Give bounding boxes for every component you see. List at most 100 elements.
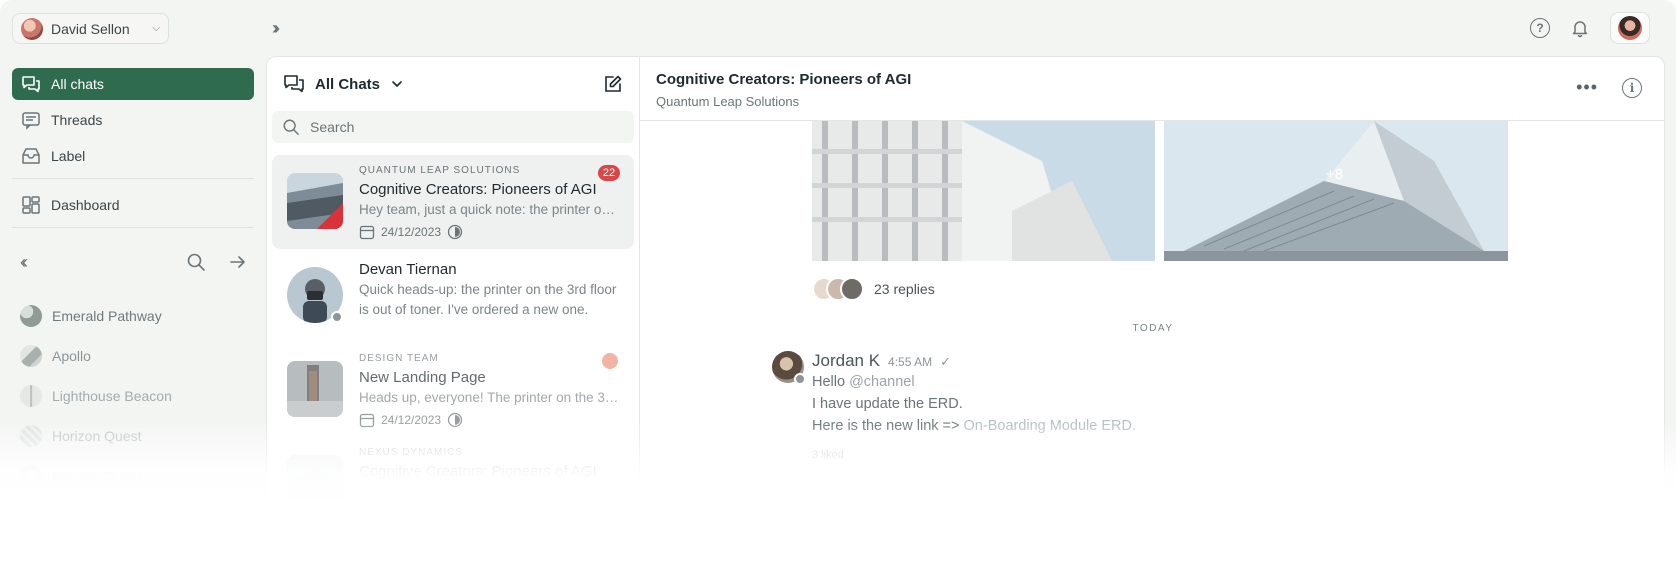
more-icon[interactable]: ••• — [1576, 77, 1598, 98]
space-item[interactable]: Horizon Quest — [20, 416, 248, 456]
attachment-image[interactable]: +8 — [1164, 121, 1508, 261]
help-icon[interactable]: ? — [1530, 18, 1550, 38]
search-bar — [272, 111, 634, 143]
divider — [12, 178, 254, 179]
space-thumbnail — [20, 385, 42, 407]
chat-thumbnail — [287, 455, 343, 500]
avatar — [840, 277, 864, 301]
space-item[interactable]: Lighthouse Beacon — [20, 376, 248, 416]
message-line: Hello @channel — [812, 371, 1212, 393]
chat-date: 24/12/2023 — [381, 225, 442, 239]
day-divider: TODAY — [1132, 323, 1174, 334]
thread-replies[interactable]: 23 replies — [812, 277, 935, 301]
conversation-title: Cognitive Creators: Pioneers of AGI — [656, 71, 912, 88]
sidebar-nav: All chats Threads Label Dashboard — [12, 68, 254, 238]
divider — [12, 227, 254, 228]
chat-org: QUANTUM LEAP SOLUTIONS — [359, 165, 521, 176]
chevron-down-icon[interactable] — [390, 77, 404, 91]
calendar-icon — [359, 225, 375, 240]
pie-chart-icon — [447, 224, 463, 240]
double-chevron-right-icon[interactable]: ›› — [272, 18, 280, 39]
chats-icon — [22, 76, 40, 93]
reaction-summary[interactable]: 3 liked — [812, 449, 1212, 461]
conversation-actions: ••• i — [1576, 77, 1642, 98]
mention[interactable]: @channel — [849, 374, 915, 390]
message-greeting: Hello — [812, 374, 846, 390]
message-line: I have update the ERD. — [812, 396, 963, 412]
sidebar-item-threads[interactable]: Threads — [12, 104, 254, 136]
pie-chart-icon — [447, 412, 463, 428]
user-avatar — [21, 17, 43, 40]
chat-thumbnail — [287, 173, 343, 229]
sidebar-item-label: Threads — [51, 112, 103, 128]
spaces-toolbar: ‹‹ — [20, 250, 248, 274]
conversation-header: Cognitive Creators: Pioneers of AGI Quan… — [640, 57, 1664, 121]
arrow-right-icon[interactable] — [228, 252, 248, 272]
status-badge — [602, 353, 618, 369]
chat-org: NEXUS DYNAMICS — [359, 447, 464, 458]
chats-icon — [284, 75, 304, 93]
chat-preview: Quick heads-up: the printer on the 3rd f… — [359, 282, 617, 317]
chat-name: Cognitive Creators: Pioneers of AGI — [359, 463, 597, 480]
avatar — [1618, 16, 1642, 40]
top-bar-actions: ? — [1530, 12, 1650, 44]
info-icon[interactable]: i — [1622, 77, 1642, 98]
chat-org: DESIGN TEAM — [359, 353, 439, 364]
replies-count: 23 replies — [874, 281, 935, 297]
reply-avatars — [812, 277, 864, 301]
space-item[interactable]: Apollo — [20, 336, 248, 376]
user-switcher[interactable]: David Sellon ⌵ — [12, 13, 169, 44]
message-link[interactable]: On-Boarding Module ERD. — [964, 418, 1136, 434]
space-item[interactable]: Horizon Quest — [20, 456, 248, 496]
space-thumbnail — [20, 305, 42, 327]
unread-badge: 22 — [598, 165, 620, 181]
message-header: Jordan K 4:55 AM ✓ — [812, 351, 1212, 371]
space-name: Horizon Quest — [52, 468, 142, 484]
presence-dot — [331, 311, 343, 323]
app-window: David Sellon ⌵ ›› ? All chats Threads La… — [0, 0, 1676, 500]
calendar-icon — [359, 413, 375, 428]
sidebar-item-label: All chats — [51, 76, 104, 92]
threads-icon — [22, 112, 40, 130]
message-line: Here is the new link => On-Boarding Modu… — [812, 415, 1212, 437]
attachment-image[interactable] — [812, 121, 1155, 261]
presence-dot — [794, 373, 806, 385]
chat-list-item[interactable]: NEXUS DYNAMICS Cognitive Creators: Pione… — [272, 437, 634, 500]
sidebar-item-text: Label — [51, 148, 86, 164]
chat-meta: 24/12/2023 — [359, 224, 620, 240]
chat-preview: Heads up, everyone! The printer on the 3… — [359, 390, 621, 405]
bell-icon[interactable] — [1570, 18, 1590, 38]
chat-preview: Hey team, just a quick note: the printer… — [359, 202, 621, 217]
inbox-icon — [22, 148, 40, 164]
chat-list-item[interactable]: QUANTUM LEAP SOLUTIONS Cognitive Creator… — [272, 155, 634, 249]
sidebar-item-all-chats[interactable]: All chats — [12, 68, 254, 100]
compose-icon[interactable] — [603, 74, 623, 94]
search-icon[interactable] — [186, 252, 206, 272]
message-time: 4:55 AM — [888, 355, 933, 369]
space-thumbnail — [20, 465, 42, 487]
chat-filter-title[interactable]: All Chats — [315, 76, 380, 93]
chat-thumbnail — [287, 361, 343, 417]
chat-name: Cognitive Creators: Pioneers of AGI — [359, 181, 597, 198]
space-name: Horizon Quest — [52, 428, 142, 444]
profile-button[interactable] — [1610, 12, 1650, 44]
chat-name: New Landing Page — [359, 369, 486, 386]
spaces-list: Emerald Pathway Apollo Lighthouse Beacon… — [20, 296, 248, 496]
chat-name: Devan Tiernan — [359, 261, 457, 278]
double-chevron-left-icon[interactable]: ‹‹ — [20, 252, 28, 273]
check-icon: ✓ — [940, 354, 951, 369]
chat-list-item[interactable]: DESIGN TEAM New Landing Page Heads up, e… — [272, 343, 634, 437]
message-body: Jordan K 4:55 AM ✓ Hello @channel I have… — [812, 351, 1212, 461]
message-text: Here is the new link => — [812, 418, 960, 434]
sidebar-item-label: Dashboard — [51, 197, 120, 213]
sidebar-item-label[interactable]: Label — [12, 140, 254, 172]
space-thumbnail — [20, 345, 42, 367]
search-input[interactable] — [310, 119, 590, 135]
space-item[interactable]: Emerald Pathway — [20, 296, 248, 336]
space-thumbnail — [20, 425, 42, 447]
message-author[interactable]: Jordan K — [812, 351, 880, 371]
sidebar-item-dashboard[interactable]: Dashboard — [12, 189, 254, 221]
chat-date: 24/12/2023 — [381, 413, 442, 427]
chat-list-item[interactable]: Devan Tiernan Quick heads-up: the printe… — [272, 249, 634, 343]
chat-list-panel: All Chats QUANTUM LEAP SOLUTIONS Cogniti… — [266, 56, 639, 500]
